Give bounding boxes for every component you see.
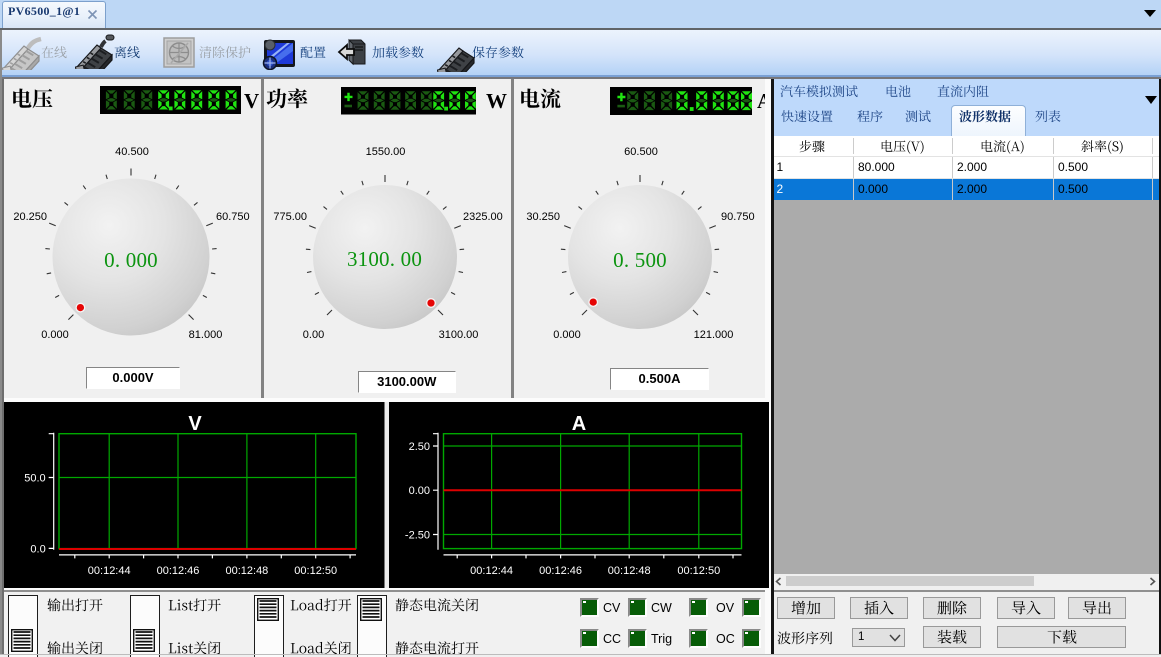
svg-text:-2.50: -2.50 — [404, 529, 429, 541]
svg-text:00:12:46: 00:12:46 — [157, 565, 200, 577]
svg-text:00:12:50: 00:12:50 — [294, 565, 337, 577]
svg-text:2.50: 2.50 — [408, 441, 429, 453]
svg-text:0.0: 0.0 — [30, 543, 45, 555]
svg-text:00:12:48: 00:12:48 — [225, 565, 268, 577]
svg-text:00:12:44: 00:12:44 — [88, 565, 131, 577]
svg-text:V: V — [188, 413, 202, 435]
svg-text:0.00: 0.00 — [408, 485, 429, 497]
svg-text:00:12:50: 00:12:50 — [677, 565, 720, 577]
svg-text:00:12:48: 00:12:48 — [607, 565, 650, 577]
svg-text:50.0: 50.0 — [24, 472, 45, 484]
svg-text:00:12:44: 00:12:44 — [470, 565, 513, 577]
svg-text:00:12:46: 00:12:46 — [539, 565, 582, 577]
svg-text:A: A — [571, 413, 585, 435]
